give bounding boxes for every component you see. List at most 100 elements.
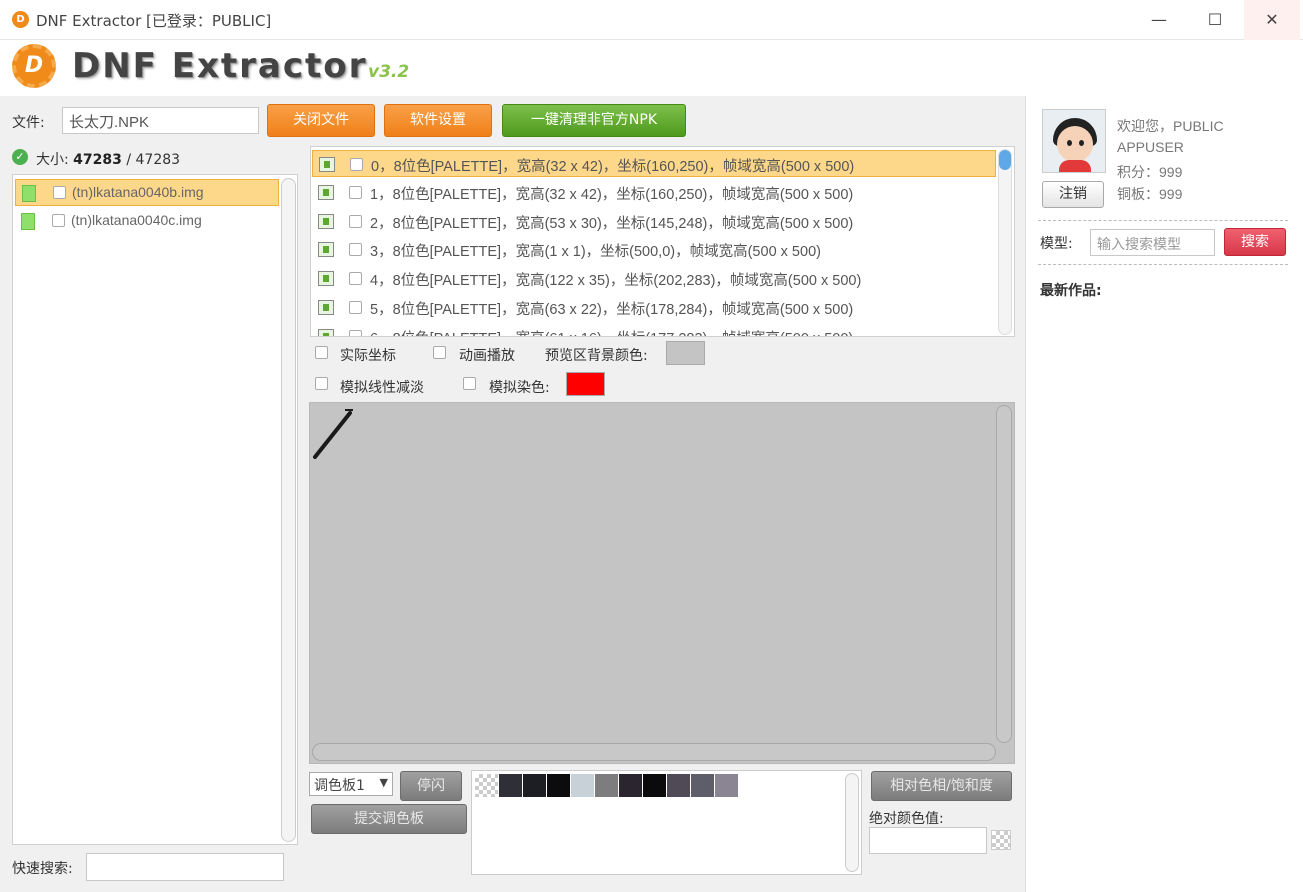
app-logo-icon: D [12,11,29,28]
model-search-button[interactable]: 搜索 [1224,228,1286,256]
img-file-item[interactable]: (tn)lkatana0040b.img [15,179,279,206]
frame-row[interactable]: 4，8位色[PALETTE]，宽高(122 x 35)，坐标(202,283)，… [312,265,996,292]
animation-label: 动画播放 [459,348,515,364]
close-window-button[interactable]: ✕ [1244,0,1300,40]
frame-row[interactable]: 0，8位色[PALETTE]，宽高(32 x 42)，坐标(160,250)，帧… [312,150,996,177]
logout-button[interactable]: 注销 [1042,181,1104,208]
quick-search-label: 快速搜索: [12,861,73,877]
frame-text: 4，8位色[PALETTE]，宽高(122 x 35)，坐标(202,283)，… [370,273,862,289]
image-icon [318,185,334,200]
frame-checkbox[interactable] [350,158,363,171]
dye-label: 模拟染色: [489,380,550,396]
palette-swatch[interactable] [595,774,618,797]
preview-canvas[interactable] [309,402,1015,764]
submit-palette-button[interactable]: 提交调色板 [311,804,467,834]
palette-swatch[interactable] [499,774,522,797]
size-label: 大小: [36,152,69,168]
abs-color-input[interactable] [869,827,987,854]
app-name: DNF Extractor [72,46,368,86]
palette-swatch[interactable] [691,774,714,797]
clean-npk-button[interactable]: 一键清理非官方NPK [502,104,686,137]
frame-checkbox[interactable] [349,330,362,336]
frame-list[interactable]: 0，8位色[PALETTE]，宽高(32 x 42)，坐标(160,250)，帧… [310,146,1015,337]
frame-checkbox[interactable] [349,215,362,228]
file-checkbox[interactable] [53,186,66,199]
maximize-button[interactable]: ☐ [1187,0,1243,40]
img-file-list[interactable]: (tn)lkatana0040b.img (tn)lkatana0040c.im… [12,174,298,845]
transparent-swatch[interactable] [475,774,498,797]
frame-text: 1，8位色[PALETTE]，宽高(32 x 42)，坐标(160,250)，帧… [370,187,854,203]
size-separator: / [126,152,132,168]
check-circle-icon: ✓ [12,149,28,165]
frame-text: 2，8位色[PALETTE]，宽高(53 x 30)，坐标(145,248)，帧… [370,216,854,232]
frame-row[interactable]: 1，8位色[PALETTE]，宽高(32 x 42)，坐标(160,250)，帧… [312,179,996,206]
palette-swatch[interactable] [571,774,594,797]
user-panel: 注销 欢迎您，PUBLIC APPUSER 积分：999 铜板：999 模型: … [1025,96,1303,892]
preview-horizontal-scrollbar[interactable] [312,743,996,761]
frame-checkbox[interactable] [349,243,362,256]
window-titlebar: D DNF Extractor [已登录：PUBLIC] — ☐ ✕ [0,0,1303,40]
close-file-button[interactable]: 关闭文件 [267,104,375,137]
abs-color-label: 绝对颜色值: [869,811,944,827]
img-file-name: (tn)lkatana0040b.img [72,184,204,200]
palette-swatch[interactable] [523,774,546,797]
file-list-scrollbar[interactable] [281,178,296,842]
dye-color-swatch[interactable] [566,372,605,396]
frame-checkbox[interactable] [349,272,362,285]
app-header: D DNF Extractor v3.2 [0,40,1303,96]
minimize-button[interactable]: — [1131,0,1187,40]
frame-checkbox[interactable] [349,186,362,199]
frame-text: 5，8位色[PALETTE]，宽高(63 x 22)，坐标(178,284)，帧… [370,302,854,318]
image-icon [318,329,334,336]
window-title: DNF Extractor [已登录：PUBLIC] [36,12,272,30]
palette-swatch[interactable] [715,774,738,797]
palette-swatch[interactable] [619,774,642,797]
frame-list-scroll-thumb[interactable] [999,150,1011,170]
user-copper: 铜板：999 [1117,186,1183,202]
file-checkbox[interactable] [52,214,65,227]
image-icon [318,214,334,229]
file-path-field[interactable]: 长太刀.NPK [62,107,259,134]
divider [1038,220,1288,221]
actual-coords-label: 实际坐标 [340,348,396,364]
frame-list-scrollbar[interactable] [998,149,1012,335]
sprite-preview [313,409,353,459]
palette-swatch[interactable] [643,774,666,797]
actual-coords-checkbox[interactable] [315,346,328,359]
linear-dodge-label: 模拟线性减淡 [340,380,424,396]
frame-row[interactable]: 6，8位色[PALETTE]，宽高(61 x 16)，坐标(177,283)，帧… [312,323,996,336]
img-file-item[interactable]: (tn)lkatana0040c.img [15,208,279,235]
frame-text: 0，8位色[PALETTE]，宽高(32 x 42)，坐标(160,250)，帧… [371,159,855,175]
animation-checkbox[interactable] [433,346,446,359]
frame-checkbox[interactable] [349,301,362,314]
welcome-text: 欢迎您，PUBLIC [1117,118,1224,134]
preview-vertical-scrollbar[interactable] [996,405,1012,743]
color-picker-icon[interactable] [991,830,1011,850]
palette-swatches[interactable] [471,770,862,875]
palette-scrollbar[interactable] [845,773,859,872]
stop-flash-button[interactable]: 停闪 [400,771,462,801]
settings-button[interactable]: 软件设置 [384,104,492,137]
preview-bg-label: 预览区背景颜色: [545,348,648,364]
linear-dodge-checkbox[interactable] [315,377,328,390]
frame-text: 3，8位色[PALETTE]，宽高(1 x 1)，坐标(500,0)，帧域宽高(… [370,244,821,260]
size-info: 大小: 47283 / 47283 [36,149,180,169]
hue-saturation-button[interactable]: 相对色相/饱和度 [871,771,1012,801]
dye-checkbox[interactable] [463,377,476,390]
preview-bg-color-swatch[interactable] [666,341,705,365]
palette-swatch[interactable] [667,774,690,797]
user-points: 积分：999 [1117,164,1183,180]
image-icon [318,242,334,257]
frame-text: 6，8位色[PALETTE]，宽高(61 x 16)，坐标(177,283)，帧… [370,327,853,336]
model-search-input[interactable]: 输入搜索模型 [1090,229,1215,256]
frame-row[interactable]: 2，8位色[PALETTE]，宽高(53 x 30)，坐标(145,248)，帧… [312,208,996,235]
img-file-name: (tn)lkatana0040c.img [71,212,202,228]
palette-select[interactable]: 调色板1 ▼ [309,772,393,796]
frame-row[interactable]: 3，8位色[PALETTE]，宽高(1 x 1)，坐标(500,0)，帧域宽高(… [312,236,996,263]
gear-logo-icon: D [12,44,56,88]
palette-swatch[interactable] [547,774,570,797]
model-label: 模型: [1040,236,1073,252]
frame-row[interactable]: 5，8位色[PALETTE]，宽高(63 x 22)，坐标(178,284)，帧… [312,294,996,321]
quick-search-input[interactable] [86,853,284,881]
image-icon [318,300,334,315]
